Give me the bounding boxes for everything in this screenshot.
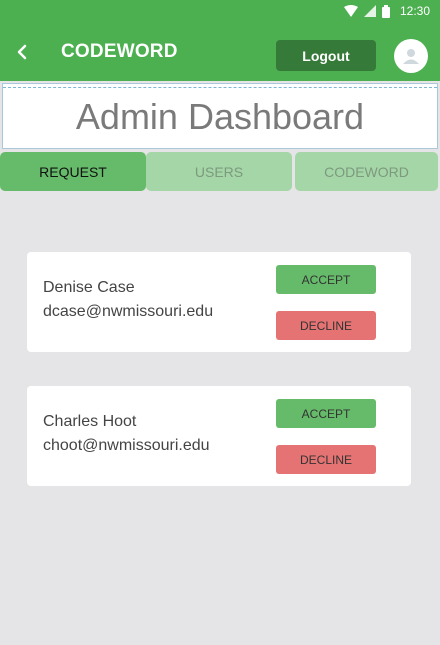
account-avatar-button[interactable] [394,39,428,73]
battery-icon [381,4,390,18]
header-divider [3,87,437,88]
signal-icon [363,5,376,17]
request-name: Denise Case [43,279,135,296]
tab-users[interactable]: USERS [146,152,292,191]
accept-button[interactable]: ACCEPT [276,265,376,294]
tab-bar: REQUEST USERS CODEWORD [0,152,440,192]
status-bar: 12:30 [0,0,440,22]
request-email: dcase@nwmissouri.edu [43,303,214,320]
request-email: choot@nwmissouri.edu [43,437,210,454]
logout-button[interactable]: Logout [276,40,376,71]
tab-codeword[interactable]: CODEWORD [295,152,438,191]
request-card: Charles Hoot choot@nwmissouri.edu ACCEPT… [27,386,411,486]
dashboard-header: Admin Dashboard [2,83,438,149]
app-bar: CODEWORD Logout [0,22,440,81]
request-card: Denise Case dcase@nwmissouri.edu ACCEPT … [27,252,411,352]
tab-request[interactable]: REQUEST [0,152,146,191]
status-time: 12:30 [399,4,430,18]
account-icon [403,49,419,64]
decline-button[interactable]: DECLINE [276,445,376,474]
wifi-icon [343,5,358,17]
request-name: Charles Hoot [43,413,137,430]
app-title: CODEWORD [61,40,178,62]
page-title: Admin Dashboard [75,96,365,137]
back-button[interactable] [2,22,42,81]
accept-button[interactable]: ACCEPT [276,399,376,428]
chevron-left-icon [17,44,27,59]
decline-button[interactable]: DECLINE [276,311,376,340]
